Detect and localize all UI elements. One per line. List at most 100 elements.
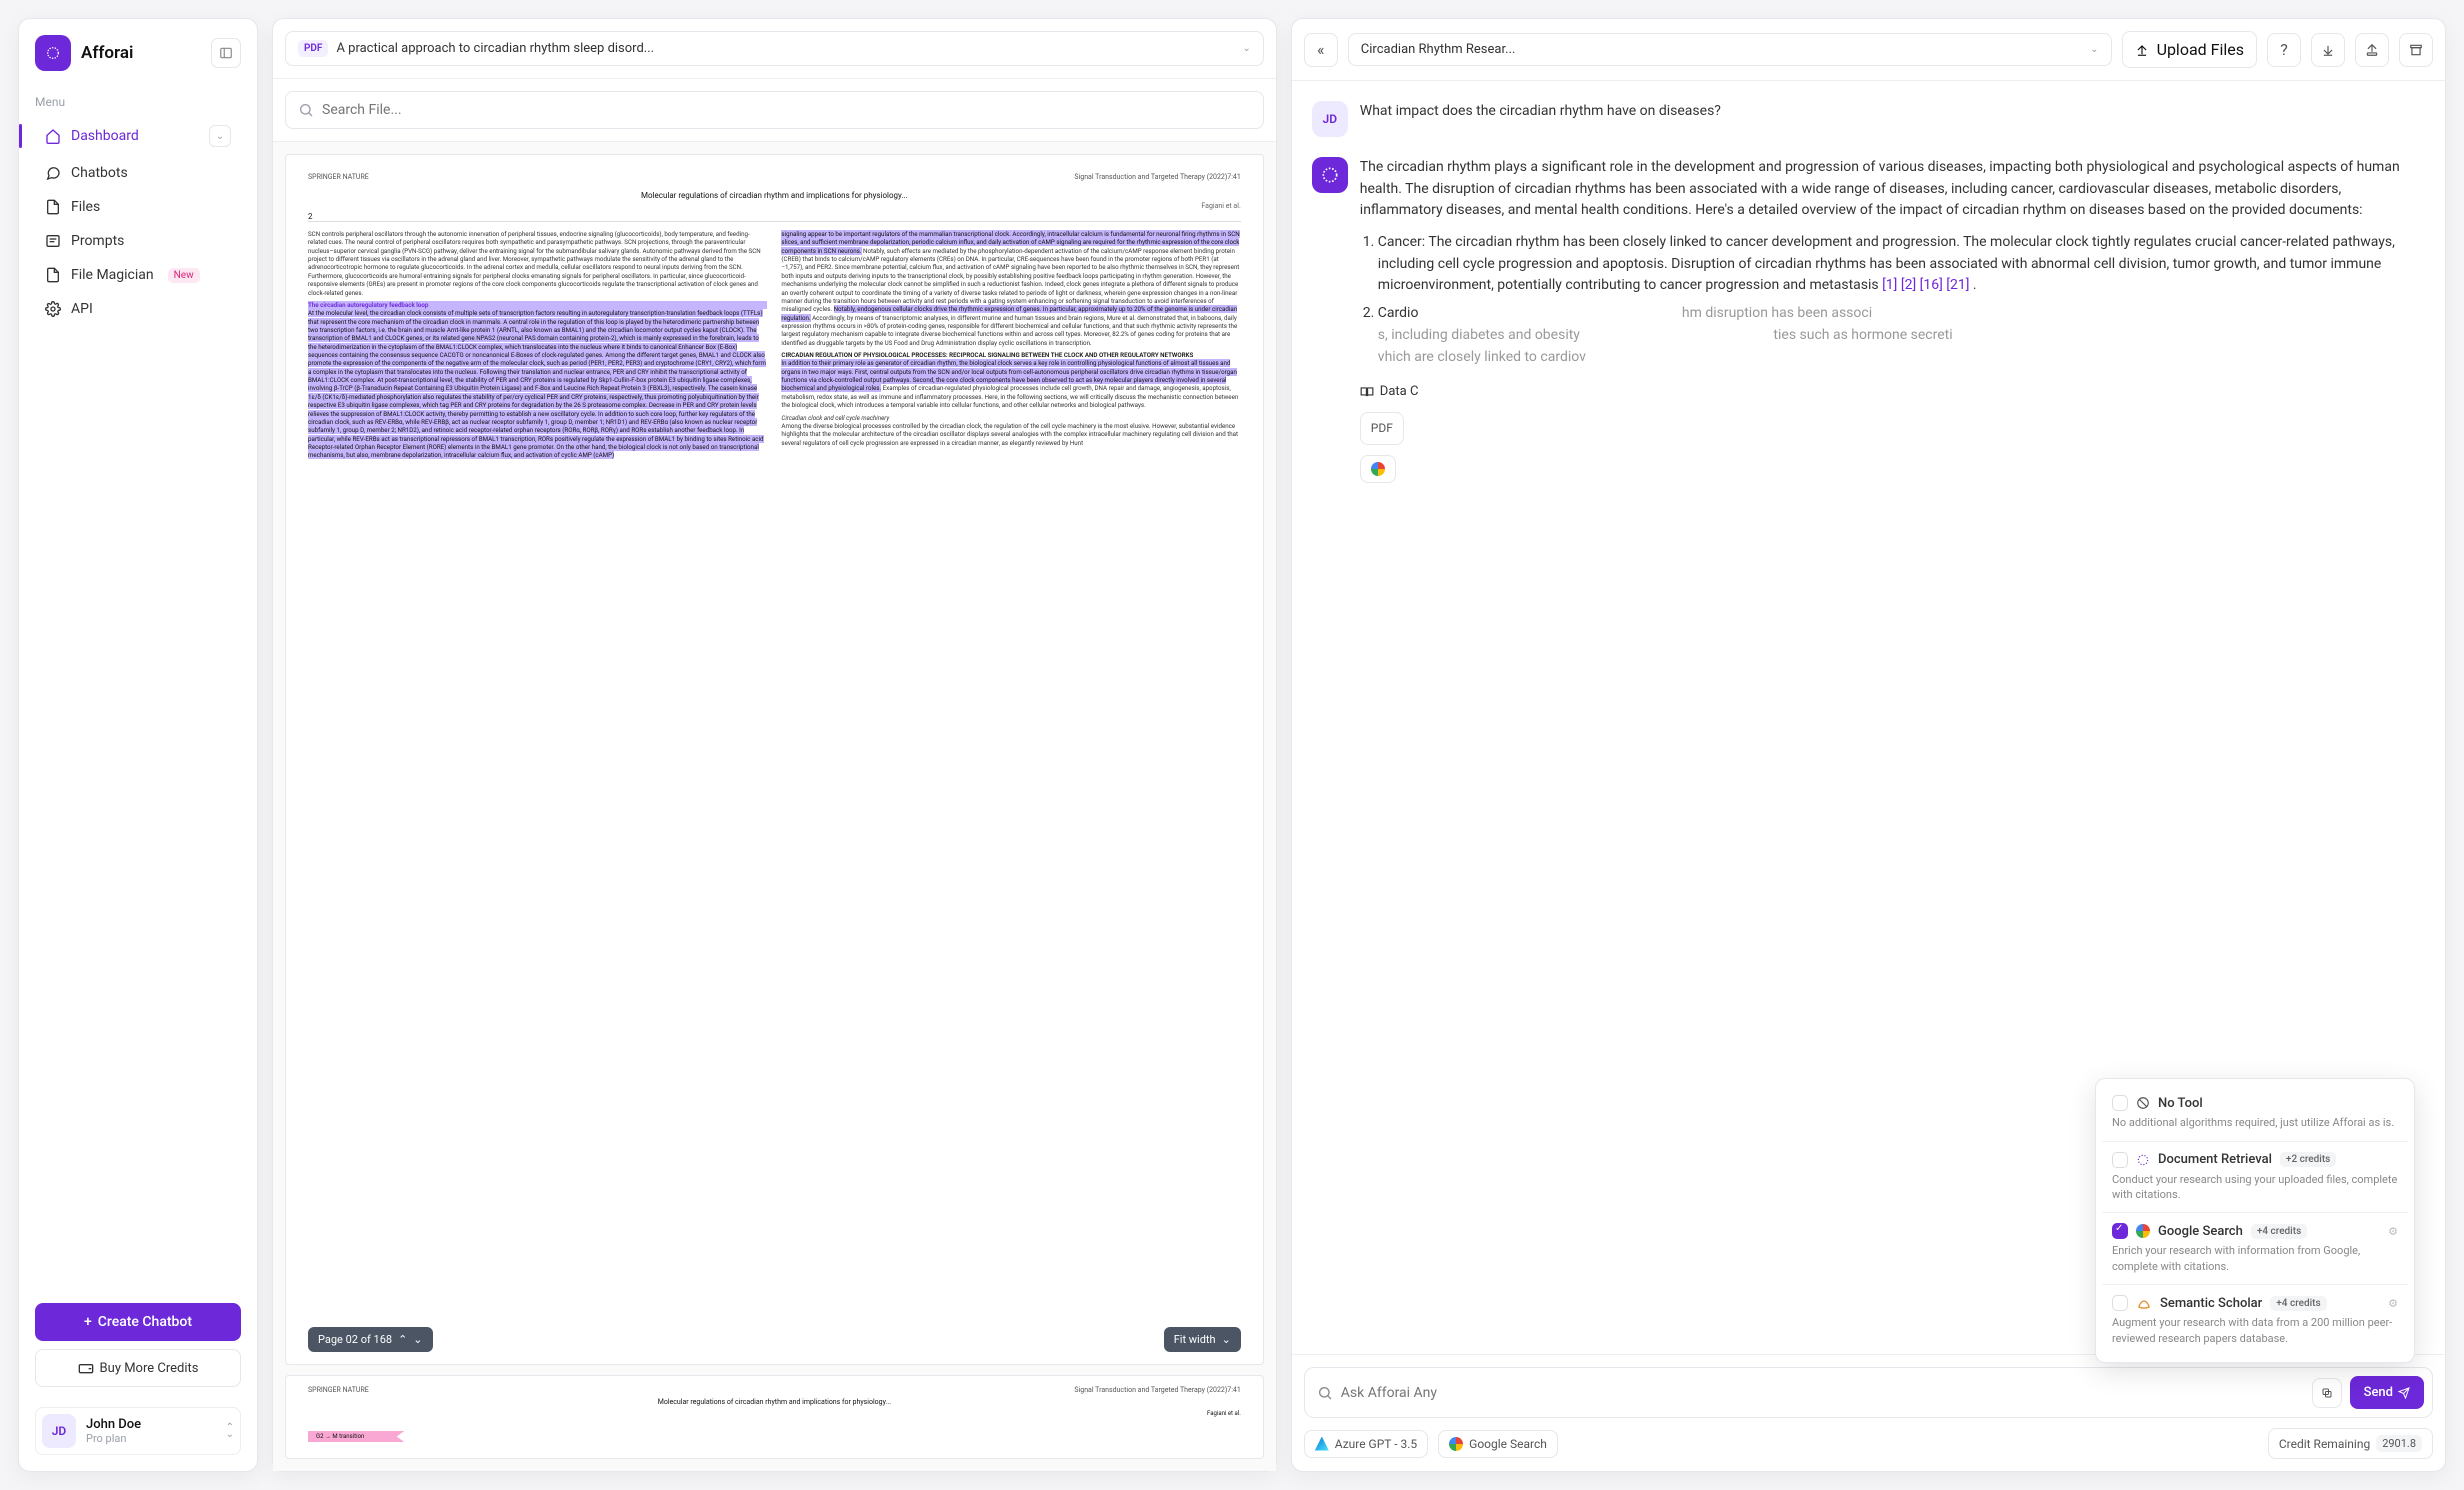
upload-button[interactable]: Upload Files <box>2122 31 2257 68</box>
brand-name: Afforai <box>81 43 133 63</box>
bot-avatar <box>1312 157 1348 193</box>
upload-label: Upload Files <box>2157 40 2244 59</box>
doc-type: PDF <box>298 40 328 57</box>
list-item: Cancer: The circadian rhythm has been cl… <box>1378 232 2425 297</box>
google-icon <box>2136 1224 2150 1238</box>
paper-title: Molecular regulations of circadian rhyth… <box>308 191 1241 200</box>
search-field[interactable] <box>322 102 1251 118</box>
nav-files[interactable]: Files <box>35 191 241 223</box>
nav-label: Prompts <box>71 233 124 249</box>
credit-badge: +4 credits <box>2270 1296 2326 1311</box>
checkbox[interactable] <box>2112 1295 2128 1311</box>
chevron-down-icon[interactable]: ⌄ <box>413 1333 422 1346</box>
copy-icon <box>2321 1387 2333 1399</box>
search-icon <box>298 102 314 118</box>
export-icon <box>2365 43 2379 57</box>
nav-dashboard[interactable]: Dashboard ⌄ <box>35 117 241 155</box>
input-bar: Send Azure GPT - 3.5 Google Search Credi… <box>1292 1354 2445 1471</box>
semantic-scholar-icon <box>2136 1295 2152 1311</box>
prompts-icon <box>45 233 61 249</box>
search-input[interactable] <box>285 91 1264 129</box>
export-button[interactable] <box>2355 33 2389 67</box>
avatar: JD <box>42 1414 76 1448</box>
user-plan: Pro plan <box>86 1432 141 1445</box>
book-icon <box>1360 385 1374 399</box>
gear-icon[interactable]: ⚙ <box>2388 1225 2398 1238</box>
user-card[interactable]: JD John Doe Pro plan ⌃⌄ <box>35 1407 241 1455</box>
button-label: Buy More Credits <box>100 1361 199 1376</box>
popover-item-semantic-scholar[interactable]: Semantic Scholar +4 credits ⚙ Augment yo… <box>2102 1285 2408 1356</box>
chevron-down-icon: ⌄ <box>2090 44 2098 55</box>
download-icon <box>2321 43 2335 57</box>
chat-selector[interactable]: Circadian Rhythm Resear... ⌄ <box>1348 33 2112 66</box>
paper-author: Fagiani et al. <box>308 202 1241 210</box>
question-text: What impact does the circadian rhythm ha… <box>1360 101 1721 137</box>
checkbox[interactable] <box>2112 1095 2128 1111</box>
credit-badge: +4 credits <box>2251 1224 2307 1239</box>
chat-title: Circadian Rhythm Resear... <box>1361 42 2082 57</box>
gear-icon[interactable]: ⚙ <box>2388 1297 2398 1310</box>
nav-chatbots[interactable]: Chatbots <box>35 157 241 189</box>
upload-icon <box>2135 43 2149 57</box>
nav-api[interactable]: API <box>35 293 241 325</box>
user-name: John Doe <box>86 1417 141 1432</box>
help-button[interactable]: ? <box>2267 33 2301 67</box>
zoom-fit[interactable]: Fit width ⌄ <box>1164 1327 1241 1352</box>
home-icon <box>45 128 61 144</box>
page-indicator[interactable]: Page 02 of 168 ⌃ ⌄ <box>308 1327 433 1352</box>
create-chatbot-button[interactable]: + Create Chatbot <box>35 1303 241 1341</box>
spinner-icon <box>2136 1153 2150 1167</box>
column-2: signaling appear to be important regulat… <box>781 230 1240 460</box>
nav: Dashboard ⌄ Chatbots Files Prompts File … <box>35 117 241 325</box>
nav-file-magician[interactable]: File Magician New <box>35 259 241 291</box>
chevron-up-icon[interactable]: ⌃ <box>398 1333 407 1346</box>
chevron-down-icon[interactable]: ⌄ <box>209 125 231 147</box>
pdf-page: SPRINGER NATURE Signal Transduction and … <box>285 154 1264 1365</box>
citation-link[interactable]: [1] [2] [16] [21] <box>1882 277 1969 293</box>
avatar: JD <box>1312 101 1348 137</box>
chip-google[interactable] <box>1360 455 1396 483</box>
app-logo <box>35 35 71 71</box>
search-icon <box>1317 1385 1333 1401</box>
buy-credits-button[interactable]: Buy More Credits <box>35 1349 241 1387</box>
column-1: SCN controls peripheral oscillators thro… <box>308 230 767 460</box>
file-icon <box>45 199 61 215</box>
google-icon <box>1371 462 1385 476</box>
collapse-button[interactable]: « <box>1304 33 1338 67</box>
popover-item-doc-retrieval[interactable]: Document Retrieval +2 credits Conduct yo… <box>2102 1142 2408 1214</box>
doc-viewer: PDF A practical approach to circadian rh… <box>272 18 1277 1472</box>
copy-button[interactable] <box>2312 1378 2342 1408</box>
popover-item-google[interactable]: Google Search +4 credits ⚙ Enrich your r… <box>2102 1213 2408 1285</box>
data-completion: Data C <box>1360 382 2425 402</box>
doc-title: A practical approach to circadian rhythm… <box>336 41 1234 56</box>
send-icon <box>2398 1387 2410 1399</box>
google-icon <box>1449 1437 1463 1451</box>
azure-icon <box>1315 1437 1329 1451</box>
nav-label: Dashboard <box>71 128 139 144</box>
ask-input[interactable] <box>1341 1385 2304 1401</box>
page-journal: Signal Transduction and Targeted Therapy… <box>1074 173 1240 181</box>
archive-button[interactable] <box>2399 33 2433 67</box>
google-search-chip[interactable]: Google Search <box>1438 1430 1558 1458</box>
button-label: Create Chatbot <box>98 1314 192 1330</box>
phase-label: G2 → M transition <box>308 1431 404 1442</box>
send-button[interactable]: Send <box>2350 1376 2424 1409</box>
popover-item-no-tool[interactable]: No Tool No additional algorithms require… <box>2102 1085 2408 1141</box>
credit-value: 2901.8 <box>2376 1435 2422 1452</box>
checkbox[interactable] <box>2112 1152 2128 1168</box>
plus-icon: + <box>84 1314 92 1330</box>
sidebar: Afforai Menu Dashboard ⌄ Chatbots Files <box>18 18 258 1472</box>
nav-label: Chatbots <box>71 165 128 181</box>
sidebar-toggle[interactable] <box>211 38 241 68</box>
download-button[interactable] <box>2311 33 2345 67</box>
document-scroll[interactable]: SPRINGER NATURE Signal Transduction and … <box>273 142 1276 1471</box>
chip-pdf[interactable]: PDF <box>1360 412 1404 445</box>
model-chip[interactable]: Azure GPT - 3.5 <box>1304 1430 1428 1458</box>
checkbox[interactable] <box>2112 1223 2128 1239</box>
pdf-page-next: SPRINGER NATURE Signal Transduction and … <box>285 1375 1264 1459</box>
menu-label: Menu <box>35 95 241 109</box>
doc-selector[interactable]: PDF A practical approach to circadian rh… <box>285 31 1264 66</box>
sort-icon: ⌃⌄ <box>226 1424 234 1438</box>
credit-display: Credit Remaining 2901.8 <box>2268 1428 2433 1459</box>
nav-prompts[interactable]: Prompts <box>35 225 241 257</box>
